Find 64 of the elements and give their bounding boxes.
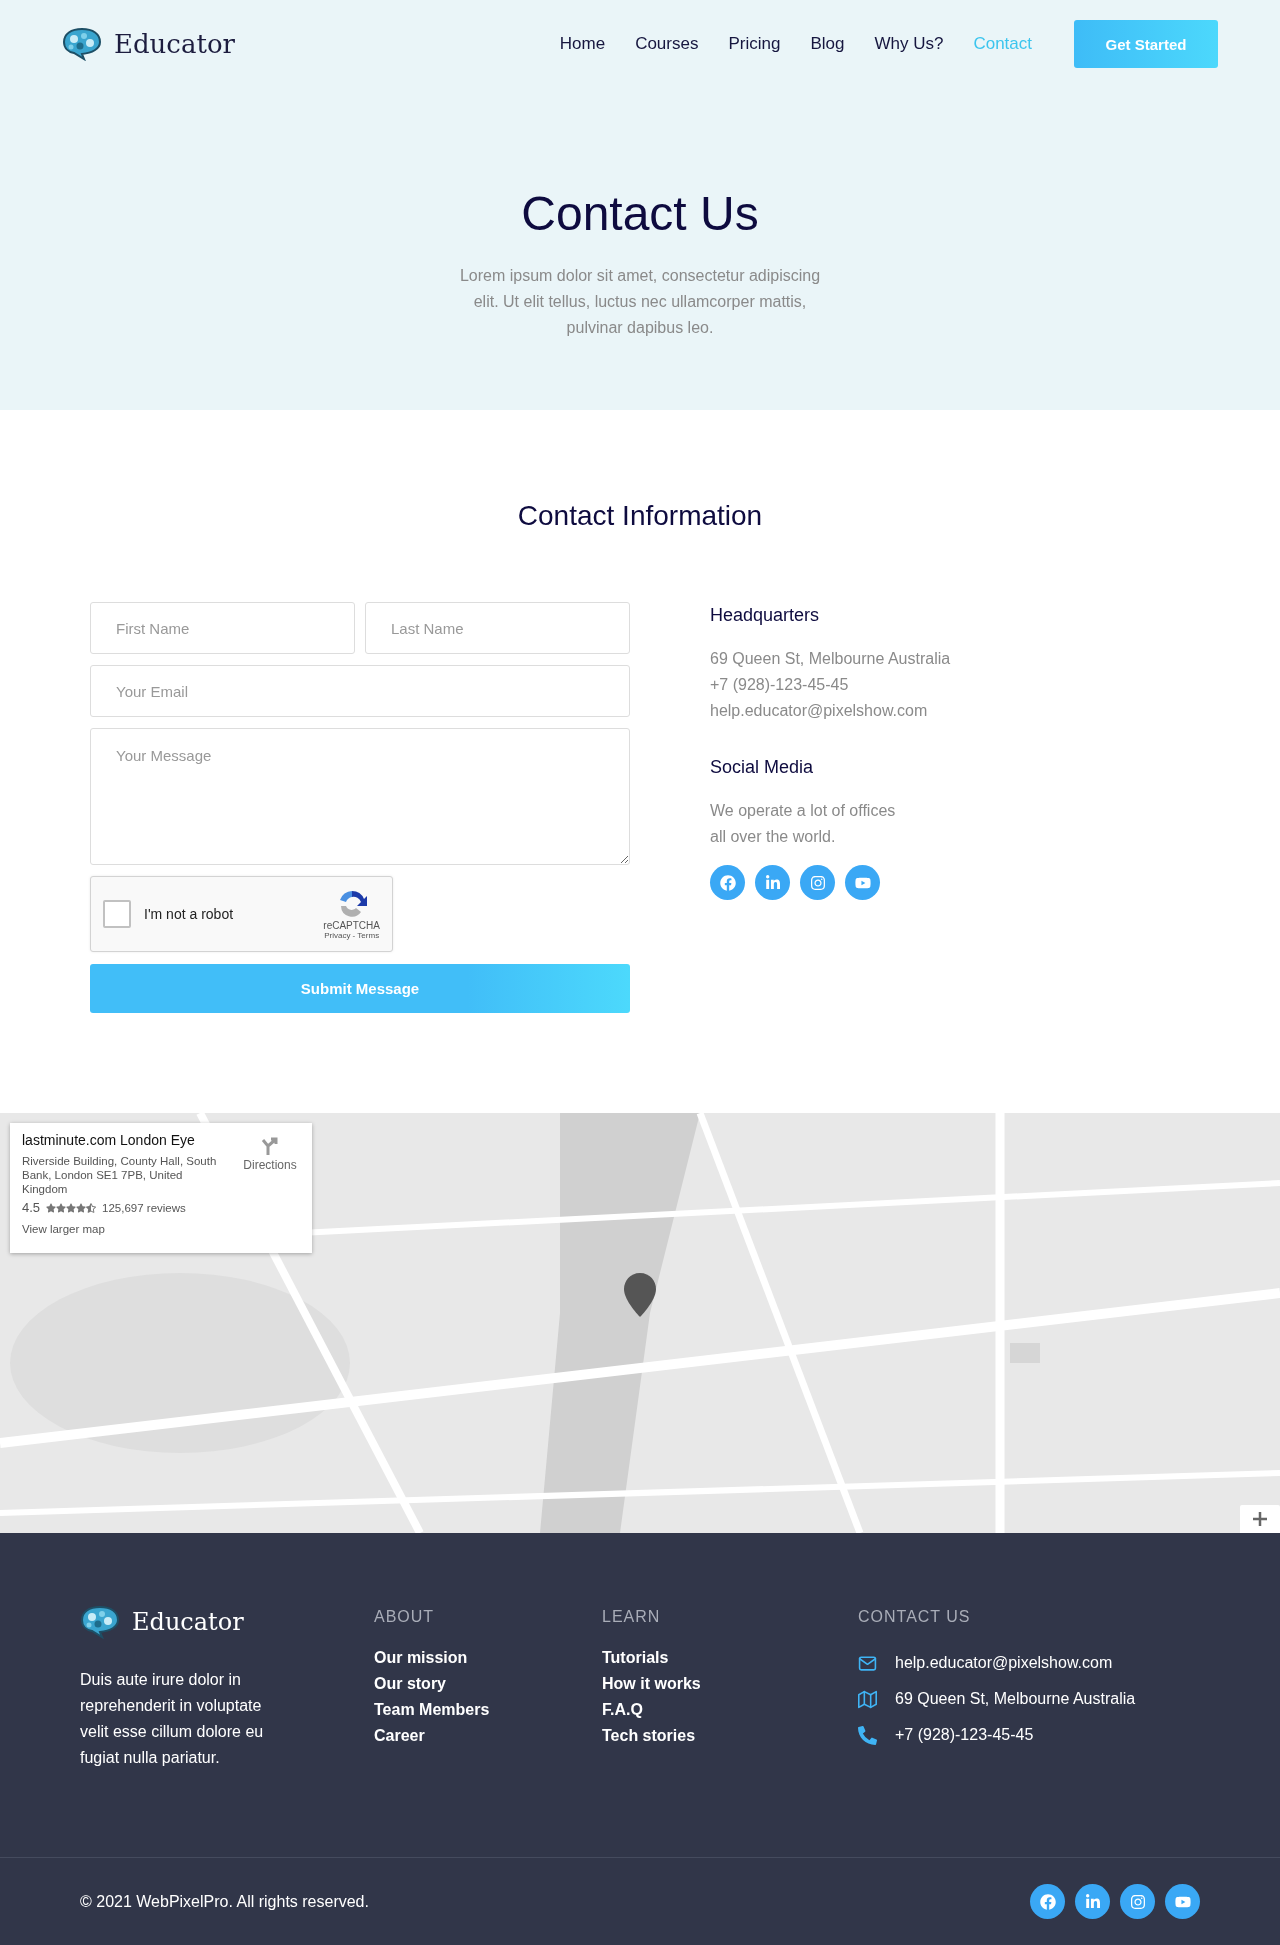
captcha-label: I'm not a robot (144, 906, 234, 922)
brain-logo-icon (80, 1605, 120, 1639)
facebook-button[interactable] (1030, 1884, 1065, 1919)
facebook-icon (719, 874, 736, 891)
brain-logo-icon (62, 27, 102, 61)
info-line: 69 Queen St, Melbourne Australia (710, 649, 952, 669)
logo-text[interactable]: Educator (114, 29, 235, 59)
instagram-icon (1129, 1893, 1146, 1910)
footer-blurb: Duis aute irure dolor in reprehenderit in voluptate velit esse cillum dolore eu fugiat nulla pariatur. (80, 1670, 265, 1768)
hero-text: Lorem ipsum dolor sit amet, consectetur adipiscing elit. Ut elit tellus, luctus nec ullamcorper mattis, pulvinar dapibus leo. (458, 266, 822, 338)
contact-text: +7 (928)-123-45-45 (895, 1726, 1034, 1744)
rating-value: 4.5 (22, 1200, 41, 1215)
nav-link[interactable]: Why Us? (874, 34, 944, 54)
linkedin-icon (1084, 1893, 1101, 1910)
captcha-brand: reCAPTCHA (323, 920, 380, 931)
message-field[interactable]: Your Message (90, 728, 630, 865)
info-title: Social Media (710, 756, 815, 779)
linkedin-button[interactable] (1075, 1884, 1110, 1919)
footer-link[interactable]: Tech stories (602, 1723, 858, 1749)
footer-link[interactable]: Our story (374, 1671, 602, 1697)
nav-link[interactable]: Home (559, 34, 606, 54)
nav-link[interactable]: Pricing (728, 34, 781, 54)
info-text: We operate a lot of offices all over the world. (710, 801, 897, 847)
input-field[interactable]: Last Name (365, 602, 630, 654)
footer-link[interactable]: Career (374, 1723, 602, 1749)
input-field[interactable]: Your Email (90, 665, 630, 717)
directions-link[interactable]: Directions (240, 1136, 300, 1244)
footer-link[interactable]: Team Members (374, 1697, 602, 1723)
instagram-button[interactable] (1120, 1884, 1155, 1919)
review-count[interactable]: 125,697 reviews (102, 1201, 186, 1214)
info-line: +7 (928)-123-45-45 (710, 675, 850, 695)
place-title: lastminute.com London Eye (22, 1132, 196, 1148)
zoom-in-button[interactable] (1240, 1505, 1280, 1533)
linkedin-icon (764, 874, 781, 891)
nav-link[interactable]: Blog (810, 34, 845, 54)
footer-link[interactable]: Tutorials (602, 1645, 858, 1671)
plus-icon (1252, 1511, 1268, 1527)
nav-link[interactable]: Courses (635, 34, 699, 54)
captcha-links[interactable]: Privacy - Terms (324, 931, 380, 940)
phone-icon (858, 1725, 877, 1745)
youtube-button[interactable] (1165, 1884, 1200, 1919)
page-title: Contact Us (520, 186, 760, 241)
contact-text: help.educator@pixelshow.com (895, 1654, 1113, 1672)
directions-arrow-icon (260, 1136, 280, 1156)
contact-text: 69 Queen St, Melbourne Australia (895, 1690, 1136, 1708)
footer-column-title: CONTACT US (858, 1607, 972, 1627)
footer-link[interactable]: Our mission (374, 1645, 602, 1671)
larger-map-link[interactable]: View larger map (22, 1223, 240, 1235)
input-field[interactable]: First Name (90, 602, 355, 654)
map-icon (858, 1689, 877, 1709)
instagram-icon (809, 874, 826, 891)
info-title: Headquarters (710, 604, 821, 627)
section-title: Contact Information (517, 500, 763, 532)
footer-link[interactable]: How it works (602, 1671, 858, 1697)
footer-column-title: ABOUT (374, 1607, 436, 1627)
footer-column-title: LEARN (602, 1607, 662, 1627)
footer-link[interactable]: F.A.Q (602, 1697, 858, 1723)
copyright-text: © 2021 WebPixelPro. All rights reserved. (80, 1892, 369, 1911)
place-address: Riverside Building, County Hall, South Bank, London SE1 7PB, United Kingdom (22, 1154, 218, 1196)
info-line: help.educator@pixelshow.com (710, 701, 929, 721)
footer-logo-text[interactable]: Educator (132, 1608, 244, 1636)
envelope-icon (858, 1653, 877, 1673)
captcha-checkbox[interactable] (103, 900, 131, 928)
facebook-icon (1039, 1893, 1056, 1910)
